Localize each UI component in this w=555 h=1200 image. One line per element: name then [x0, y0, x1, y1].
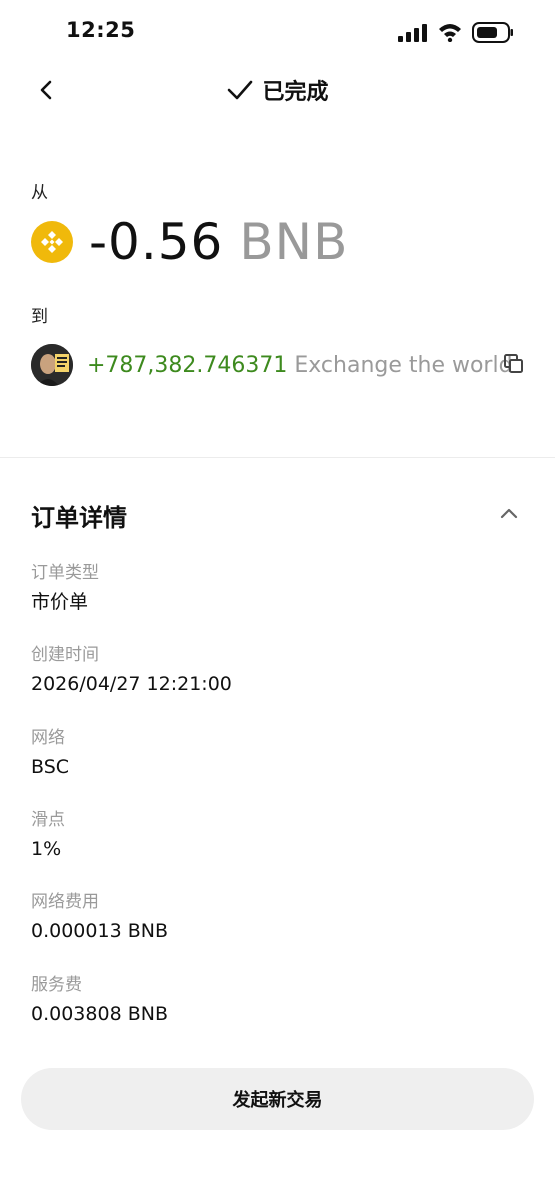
detail-label: 网络: [31, 728, 65, 748]
to-amount: +787,382.746371: [87, 352, 288, 378]
cellular-signal-icon: [398, 24, 427, 42]
chevron-up-icon[interactable]: [497, 502, 521, 526]
detail-value: 市价单: [31, 591, 89, 613]
to-token-name: Exchange the world: [294, 352, 513, 378]
header: 已完成: [0, 64, 555, 116]
from-row: -0.56 BNB: [31, 213, 349, 271]
page-title: 已完成: [262, 80, 329, 105]
to-row: +787,382.746371 Exchange the world: [31, 344, 526, 386]
status-title: 已完成: [0, 74, 555, 106]
detail-value: BSC: [31, 756, 70, 778]
wifi-icon: [439, 24, 461, 42]
check-icon: [228, 80, 253, 100]
from-symbol: BNB: [239, 213, 349, 271]
detail-value: 1%: [31, 838, 62, 860]
order-details-title: 订单详情: [31, 504, 127, 532]
detail-created-time: 创建时间 2026/04/27 12:21:00: [31, 644, 232, 696]
detail-value: 2026/04/27 12:21:00: [31, 673, 232, 695]
detail-network-fee: 网络费用 0.000013 BNB: [31, 891, 168, 943]
detail-slippage: 滑点 1%: [31, 809, 65, 861]
from-label: 从: [31, 183, 48, 203]
detail-label: 订单类型: [31, 563, 99, 583]
to-label: 到: [31, 307, 48, 327]
detail-service-fee: 服务费 0.003808 BNB: [31, 974, 168, 1026]
new-trade-button[interactable]: 发起新交易: [21, 1068, 534, 1130]
detail-label: 网络费用: [31, 892, 99, 912]
detail-order-type: 订单类型 市价单: [31, 562, 99, 614]
battery-icon: [472, 22, 513, 43]
detail-network: 网络 BSC: [31, 727, 69, 779]
detail-label: 创建时间: [31, 645, 99, 665]
detail-value: 0.000013 BNB: [31, 920, 168, 942]
detail-label: 滑点: [31, 810, 65, 830]
divider: [0, 457, 555, 458]
status-bar: 12:25: [0, 0, 555, 64]
detail-value: 0.003808 BNB: [31, 1003, 168, 1025]
status-time: 12:25: [66, 18, 136, 42]
copy-icon[interactable]: [502, 352, 526, 376]
token-avatar: [31, 344, 73, 386]
detail-label: 服务费: [31, 975, 82, 995]
from-amount: -0.56: [89, 213, 224, 271]
bnb-coin-icon: [31, 221, 73, 263]
